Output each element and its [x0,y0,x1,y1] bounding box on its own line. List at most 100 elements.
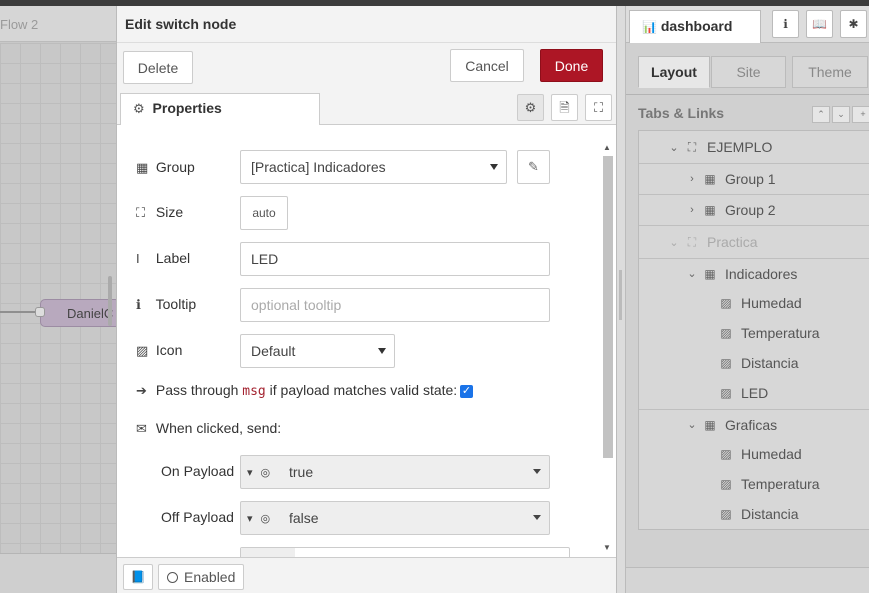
table-icon: ▦ [704,203,716,217]
tree-widget[interactable]: ▨ Humedad [639,288,869,318]
sidebar-footer [626,567,869,593]
chevron-down-icon: ⌄ [669,141,679,154]
properties-form: ▲ ▼ ▦ Group [Practica] Indicadores ✎ ⛶ S… [117,125,616,557]
msg-code: msg [242,384,266,399]
tree-widget[interactable]: ▨ LED [639,378,869,408]
tree-label: Humedad [741,295,802,311]
off-payload-input[interactable]: ▾ ◎ false [240,501,550,535]
tree-tab-ejemplo[interactable]: ⌄ ⛶ EJEMPLO [639,131,869,163]
size-button[interactable]: auto [240,196,288,230]
tooltip-label-row: ℹ Tooltip [136,296,196,313]
tab-settings[interactable]: ⚙ [517,94,544,121]
subtab-layout[interactable]: Layout [638,56,710,88]
tab-dashboard-label: dashboard [660,18,733,34]
image-icon: ▨ [720,296,732,310]
dialog-footer: 📘 Enabled [117,557,616,593]
pencil-icon: ✎ [528,159,539,174]
frame-icon: ⛶ [687,139,697,154]
subtab-site[interactable]: Site [711,56,786,88]
label-input[interactable]: LED [240,242,550,276]
sidebar-splitter-handle[interactable] [619,270,622,320]
off-payload-type-select[interactable]: ▾ ◎ [241,502,283,534]
tab-dashboard[interactable]: 📊 dashboard [629,10,761,43]
tree-widget[interactable]: ▨ Temperatura [639,318,869,348]
node-input-port[interactable] [35,307,45,317]
collapse-all-button[interactable]: ⌄ [832,106,850,123]
bug-icon: ✱ [848,17,859,31]
tree-widget[interactable]: ▨ Distancia [639,499,869,529]
edit-node-dialog: Edit switch node Delete Cancel Done ⚙ Pr… [116,6,617,593]
done-button[interactable]: Done [540,49,603,82]
tooltip-label: Tooltip [155,296,197,312]
chevron-down-icon [490,164,498,170]
off-payload-label: Off Payload [161,509,234,525]
workspace-splitter-handle[interactable] [108,276,112,326]
icon-select[interactable]: Default [240,334,395,368]
topic-input-partial[interactable] [240,547,570,557]
delete-button[interactable]: Delete [123,51,193,84]
flow-node[interactable]: DanielC [40,299,116,327]
image-icon: ▨ [136,343,149,358]
dashboard-subtabs: Layout Site Theme [626,43,869,95]
chevron-down-icon [533,515,541,520]
chevron-right-icon: › [690,173,694,185]
chevrons-up-icon: ⌃ [817,109,825,119]
on-payload-input[interactable]: ▾ ◎ true [240,455,550,489]
node-help-button[interactable]: 📘 [123,564,153,590]
tree-group-1[interactable]: › ▦ Group 1 [639,163,869,194]
tab-properties[interactable]: ⚙ Properties [120,93,320,126]
tree-group-2[interactable]: › ▦ Group 2 [639,194,869,225]
tab-properties-label: Properties [152,100,222,116]
expand-all-button[interactable]: ⌃ [812,106,830,123]
tree-label: Group 2 [725,202,776,218]
tree-widget[interactable]: ▨ Distancia [639,348,869,378]
pass-through-checkbox[interactable]: ✓ [460,385,473,398]
dashboard-sidebar: 📊 dashboard ℹ 📖 ✱ Layout Site Theme Tabs… [625,6,869,593]
bar-chart-icon: 📊 [642,20,657,34]
flow-canvas[interactable]: DanielC [0,43,116,553]
tree-label: Indicadores [725,265,798,282]
flow-tab[interactable]: Flow 2 [0,6,116,42]
tooltip-input[interactable]: optional tooltip [240,288,550,322]
label-input-value: LED [251,251,279,267]
tab-info[interactable]: ℹ [772,10,799,38]
tabs-links-title: Tabs & Links [638,105,725,121]
size-label: Size [155,204,184,220]
on-payload-type-select[interactable]: ▾ ◎ [241,456,283,488]
when-clicked-label: When clicked, send: [155,420,282,436]
scroll-up-icon[interactable]: ▲ [603,143,611,152]
scroll-down-icon[interactable]: ▼ [603,543,611,552]
enabled-toggle[interactable]: Enabled [158,564,245,590]
caret-down-icon: ▾ [247,466,253,479]
text-cursor-icon: I [136,251,140,266]
scroll-thumb[interactable] [603,156,613,458]
tab-debug[interactable]: ✱ [840,10,867,38]
tab-description[interactable]: 🗎 [551,94,578,121]
image-icon: ▨ [720,477,732,491]
add-tab-button[interactable]: + [852,106,869,123]
dialog-tabs: ⚙ Properties ⚙ 🗎 ⛶ [117,89,616,126]
tree-widget[interactable]: ▨ Humedad [639,439,869,469]
topic-type-select[interactable] [241,548,295,557]
cancel-button[interactable]: Cancel [450,49,524,82]
edit-group-button[interactable]: ✎ [517,150,550,184]
subtab-theme[interactable]: Theme [792,56,868,88]
label-label: Label [155,250,191,266]
group-select[interactable]: [Practica] Indicadores [240,150,507,184]
tree-group-graficas[interactable]: ⌄ ▦ Graficas [639,409,869,439]
tab-appearance[interactable]: ⛶ [585,94,612,121]
frame-icon: ⛶ [687,234,697,249]
tab-help[interactable]: 📖 [806,10,833,38]
form-scrollbar[interactable]: ▲ ▼ [601,141,614,555]
size-label-row: ⛶ Size [136,204,183,221]
arrow-right-icon: ➔ [136,383,147,398]
circle-icon [167,571,178,583]
chevron-down-icon: ⌄ [687,419,697,431]
group-label: Group [155,159,195,175]
tree-tab-practica[interactable]: ⌄ ⛶ Practica [639,225,869,258]
image-icon: ▨ [720,326,732,340]
tree-label: EJEMPLO [707,139,773,155]
tree-group-indicadores[interactable]: ⌄ ▦ Indicadores [639,258,869,288]
table-icon: ▦ [704,417,716,432]
tree-widget[interactable]: ▨ Temperatura [639,469,869,499]
